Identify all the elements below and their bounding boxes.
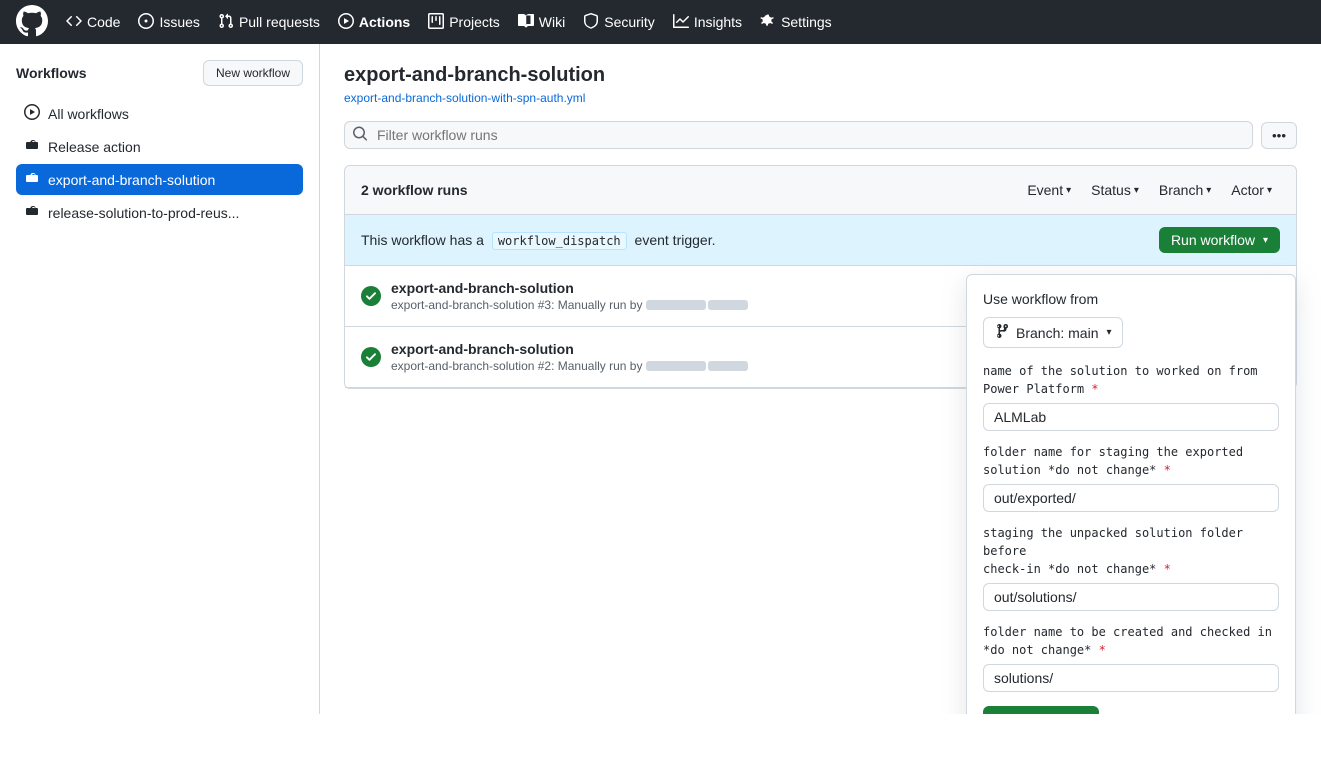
field-4-input[interactable]	[983, 664, 1279, 692]
nav-projects-label: Projects	[449, 14, 500, 30]
run-workflow-label: Run workflow	[1171, 232, 1255, 248]
branch-dropdown-chevron-icon: ▾	[1106, 327, 1111, 338]
dispatch-banner: This workflow has a workflow_dispatch ev…	[345, 215, 1296, 266]
new-workflow-button[interactable]: New workflow	[203, 60, 303, 86]
nav-actions-label: Actions	[359, 14, 410, 30]
nav-actions[interactable]: Actions	[330, 7, 418, 38]
field-3-label: staging the unpacked solution folder bef…	[983, 524, 1279, 578]
field-2-label: folder name for staging the exported sol…	[983, 443, 1279, 479]
dispatch-code: workflow_dispatch	[492, 232, 627, 250]
security-icon	[583, 13, 599, 32]
settings-icon	[760, 13, 776, 32]
filter-bar: •••	[344, 121, 1297, 149]
nav-settings-label: Settings	[781, 14, 832, 30]
sidebar-item-label: All workflows	[48, 106, 129, 122]
sidebar-item-release-action[interactable]: Release action	[16, 131, 303, 162]
branch-label: Branch	[1159, 182, 1203, 198]
top-nav: Code Issues Pull requests Actions Projec…	[0, 0, 1321, 44]
actor-label: Actor	[1231, 182, 1264, 198]
nav-wiki[interactable]: Wiki	[510, 7, 573, 38]
nav-wiki-label: Wiki	[539, 14, 565, 30]
run-user-avatar-1	[646, 300, 748, 310]
more-icon: •••	[1272, 128, 1286, 143]
nav-security-label: Security	[604, 14, 655, 30]
filter-search-icon	[352, 126, 368, 145]
field-2-input[interactable]	[983, 484, 1279, 512]
code-icon	[66, 13, 82, 32]
dispatch-text: This workflow has a workflow_dispatch ev…	[361, 232, 715, 248]
sidebar-item-label: release-solution-to-prod-reus...	[48, 205, 239, 221]
status-chevron-icon: ▾	[1134, 185, 1139, 196]
workflow-active-icon	[24, 170, 40, 189]
event-label: Event	[1027, 182, 1063, 198]
more-options-button[interactable]: •••	[1261, 122, 1297, 149]
success-status-icon	[361, 286, 381, 306]
dispatch-text-after: event trigger.	[635, 232, 716, 248]
branch-git-icon	[994, 323, 1010, 342]
field-1-input[interactable]	[983, 403, 1279, 431]
status-label: Status	[1091, 182, 1131, 198]
success-status-icon-2	[361, 347, 381, 367]
nav-issues-label: Issues	[159, 14, 199, 30]
workflow-title: export-and-branch-solution	[344, 64, 1297, 87]
nav-settings[interactable]: Settings	[752, 7, 840, 38]
branch-selector-label: Branch: main	[1016, 325, 1098, 341]
projects-icon	[428, 13, 444, 32]
actor-chevron-icon: ▾	[1267, 185, 1272, 196]
main-content: export-and-branch-solution export-and-br…	[320, 44, 1321, 714]
nav-security[interactable]: Security	[575, 7, 663, 38]
status-filter-button[interactable]: Status ▾	[1083, 178, 1147, 202]
field-4-label: folder name to be created and checked in…	[983, 623, 1279, 659]
sidebar-item-all-workflows[interactable]: All workflows	[16, 98, 303, 129]
github-logo	[16, 5, 48, 40]
actions-icon	[338, 13, 354, 32]
run-meta-text-1: export-and-branch-solution #3: Manually …	[391, 298, 642, 312]
field-3-input[interactable]	[983, 583, 1279, 611]
sidebar-item-export-branch[interactable]: export-and-branch-solution	[16, 164, 303, 195]
nav-pr-label: Pull requests	[239, 14, 320, 30]
panel-use-workflow-title: Use workflow from	[983, 291, 1279, 307]
actor-filter-button[interactable]: Actor ▾	[1223, 178, 1280, 202]
runs-header: 2 workflow runs Event ▾ Status ▾ Branch …	[345, 166, 1296, 215]
sidebar: Workflows New workflow All workflows Rel…	[0, 44, 320, 714]
runs-count: 2 workflow runs	[361, 182, 468, 198]
sidebar-item-label: Release action	[48, 139, 141, 155]
run-workflow-chevron-icon: ▾	[1263, 235, 1268, 246]
nav-insights[interactable]: Insights	[665, 7, 750, 38]
nav-code-label: Code	[87, 14, 120, 30]
branch-chevron-icon: ▾	[1206, 185, 1211, 196]
workflow-icon-3	[24, 203, 40, 222]
nav-projects[interactable]: Projects	[420, 7, 508, 38]
workflow-file[interactable]: export-and-branch-solution-with-spn-auth…	[344, 91, 1297, 105]
nav-pullrequests[interactable]: Pull requests	[210, 7, 328, 38]
run-user-avatar-2	[646, 361, 748, 371]
workflow-dispatch-panel: Use workflow from Branch: main ▾ name of…	[966, 274, 1296, 714]
run-workflow-dropdown-button[interactable]: Run workflow ▾	[1159, 227, 1280, 253]
nav-insights-label: Insights	[694, 14, 742, 30]
filter-input[interactable]	[344, 121, 1253, 149]
field-1-label: name of the solution to worked on from P…	[983, 362, 1279, 398]
workflows-icon	[24, 104, 40, 123]
runs-filters: Event ▾ Status ▾ Branch ▾ Actor ▾	[1019, 178, 1280, 202]
run-workflow-submit-button[interactable]: Run workflow	[983, 706, 1099, 714]
issue-icon	[138, 13, 154, 32]
event-filter-button[interactable]: Event ▾	[1019, 178, 1079, 202]
branch-selector[interactable]: Branch: main ▾	[983, 317, 1123, 348]
pr-icon	[218, 13, 234, 32]
workflow-icon	[24, 137, 40, 156]
nav-issues[interactable]: Issues	[130, 7, 207, 38]
branch-filter-button[interactable]: Branch ▾	[1151, 178, 1219, 202]
sidebar-item-label: export-and-branch-solution	[48, 172, 215, 188]
insights-icon	[673, 13, 689, 32]
filter-input-wrap	[344, 121, 1253, 149]
event-chevron-icon: ▾	[1066, 185, 1071, 196]
sidebar-title: Workflows	[16, 65, 87, 81]
wiki-icon	[518, 13, 534, 32]
runs-table: 2 workflow runs Event ▾ Status ▾ Branch …	[344, 165, 1297, 389]
sidebar-item-release-prod[interactable]: release-solution-to-prod-reus...	[16, 197, 303, 228]
dispatch-text-before: This workflow has a	[361, 232, 484, 248]
nav-code[interactable]: Code	[58, 7, 128, 38]
run-meta-text-2: export-and-branch-solution #2: Manually …	[391, 359, 642, 373]
sidebar-header: Workflows New workflow	[16, 60, 303, 86]
